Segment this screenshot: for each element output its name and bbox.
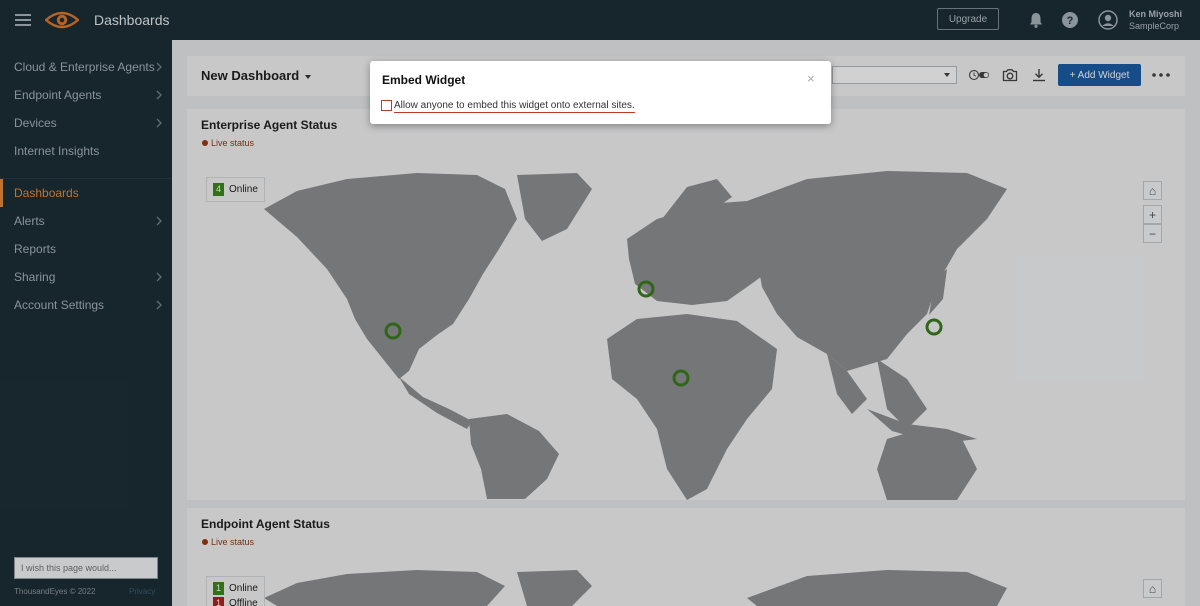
- embed-widget-modal: Embed Widget × Allow anyone to embed thi…: [370, 61, 831, 124]
- caret-down-icon: [944, 73, 950, 77]
- user-name: Ken Miyoshi: [1129, 9, 1183, 19]
- live-dot-icon: [202, 140, 208, 146]
- chevron-right-icon: [156, 118, 162, 128]
- help-icon[interactable]: ?: [1061, 11, 1079, 29]
- close-icon[interactable]: ×: [807, 71, 815, 86]
- privacy-link[interactable]: Privacy: [129, 587, 155, 596]
- sidebar-item-cloud-enterprise-agents[interactable]: Cloud & Enterprise Agents: [0, 53, 172, 81]
- enterprise-agent-status-widget: Enterprise Agent Status Live status 4 On…: [187, 109, 1185, 500]
- widget-title: Endpoint Agent Status: [201, 517, 330, 531]
- map-zoom-out-button[interactable]: −: [1143, 224, 1162, 243]
- user-avatar-icon[interactable]: [1098, 10, 1118, 30]
- upgrade-button[interactable]: Upgrade: [937, 8, 999, 30]
- sidebar: Cloud & Enterprise Agents Endpoint Agent…: [0, 40, 172, 606]
- chevron-right-icon: [156, 62, 162, 72]
- legend-item-online[interactable]: 4 Online: [213, 182, 258, 197]
- menu-icon[interactable]: [15, 11, 31, 29]
- map-legend[interactable]: 4 Online: [206, 177, 265, 202]
- endpoint-agent-status-widget: Endpoint Agent Status Live status 1 Onli…: [187, 508, 1185, 606]
- sidebar-item-label: Reports: [14, 242, 57, 256]
- feedback-input[interactable]: [14, 557, 158, 579]
- legend-label: Online: [229, 583, 258, 594]
- map-legend[interactable]: 1 Online 1 Offline: [206, 576, 265, 606]
- sidebar-item-label: Dashboards: [14, 186, 79, 200]
- agent-marker: [925, 318, 943, 336]
- add-widget-button[interactable]: + Add Widget: [1058, 64, 1141, 86]
- chevron-right-icon: [156, 272, 162, 282]
- embed-checkbox-label[interactable]: Allow anyone to embed this widget onto e…: [394, 100, 635, 113]
- eye-logo-icon[interactable]: [45, 10, 79, 30]
- sidebar-item-label: Account Settings: [14, 298, 105, 312]
- map-home-button[interactable]: ⌂: [1143, 181, 1162, 200]
- download-icon[interactable]: [1031, 67, 1047, 83]
- user-menu[interactable]: Ken Miyoshi SampleCorp: [1129, 8, 1182, 32]
- top-bar: Dashboards Upgrade ? Ken Miyoshi SampleC…: [0, 0, 1200, 40]
- live-status: Live status: [202, 138, 254, 148]
- live-status-label: Live status: [211, 537, 255, 547]
- chevron-right-icon: [156, 300, 162, 310]
- sidebar-item-dashboards[interactable]: Dashboards: [0, 179, 172, 207]
- sidebar-item-endpoint-agents[interactable]: Endpoint Agents: [0, 81, 172, 109]
- more-icon[interactable]: [1151, 67, 1171, 83]
- embed-checkbox[interactable]: [381, 100, 392, 111]
- legend-item-offline[interactable]: 1 Offline: [213, 596, 258, 606]
- sidebar-item-label: Devices: [14, 116, 57, 130]
- chevron-right-icon: [156, 90, 162, 100]
- sidebar-item-label: Alerts: [14, 214, 45, 228]
- legend-label: Online: [229, 184, 258, 195]
- live-status: Live status: [202, 537, 254, 547]
- copyright-text: ThousandEyes © 2022: [14, 587, 96, 596]
- sidebar-item-reports[interactable]: Reports: [0, 235, 172, 263]
- sidebar-item-account-settings[interactable]: Account Settings: [0, 291, 172, 319]
- sidebar-item-label: Internet Insights: [14, 144, 100, 158]
- map-zoom-in-button[interactable]: +: [1143, 205, 1162, 224]
- sidebar-item-internet-insights[interactable]: Internet Insights: [0, 137, 172, 165]
- dashboard-title: New Dashboard: [201, 68, 300, 83]
- world-map[interactable]: [187, 109, 1185, 500]
- sidebar-item-label: Sharing: [14, 270, 56, 284]
- online-count-badge: 1: [213, 582, 224, 595]
- caret-down-icon: [305, 74, 312, 79]
- user-org: SampleCorp: [1129, 21, 1180, 31]
- live-toggle-icon[interactable]: [968, 67, 990, 83]
- svg-text:?: ?: [1067, 15, 1074, 27]
- app-title: Dashboards: [94, 12, 170, 28]
- sidebar-item-label: Endpoint Agents: [14, 88, 102, 102]
- sidebar-item-label: Cloud & Enterprise Agents: [14, 60, 155, 74]
- bell-icon[interactable]: [1027, 11, 1045, 29]
- sidebar-item-devices[interactable]: Devices: [0, 109, 172, 137]
- world-map[interactable]: [187, 508, 1185, 606]
- online-count-badge: 4: [213, 183, 224, 196]
- offline-count-badge: 1: [213, 597, 224, 606]
- modal-title: Embed Widget: [382, 73, 466, 87]
- dashboard-filter-select[interactable]: [832, 66, 957, 84]
- camera-icon[interactable]: [1002, 67, 1018, 83]
- dashboard-title-dropdown[interactable]: New Dashboard: [201, 68, 312, 83]
- live-dot-icon: [202, 539, 208, 545]
- legend-item-online[interactable]: 1 Online: [213, 581, 258, 596]
- sidebar-item-sharing[interactable]: Sharing: [0, 263, 172, 291]
- live-status-label: Live status: [211, 138, 255, 148]
- sidebar-item-alerts[interactable]: Alerts: [0, 207, 172, 235]
- map-home-button[interactable]: ⌂: [1143, 579, 1162, 598]
- legend-label: Offline: [229, 598, 258, 606]
- chevron-right-icon: [156, 216, 162, 226]
- widget-title: Enterprise Agent Status: [201, 118, 338, 132]
